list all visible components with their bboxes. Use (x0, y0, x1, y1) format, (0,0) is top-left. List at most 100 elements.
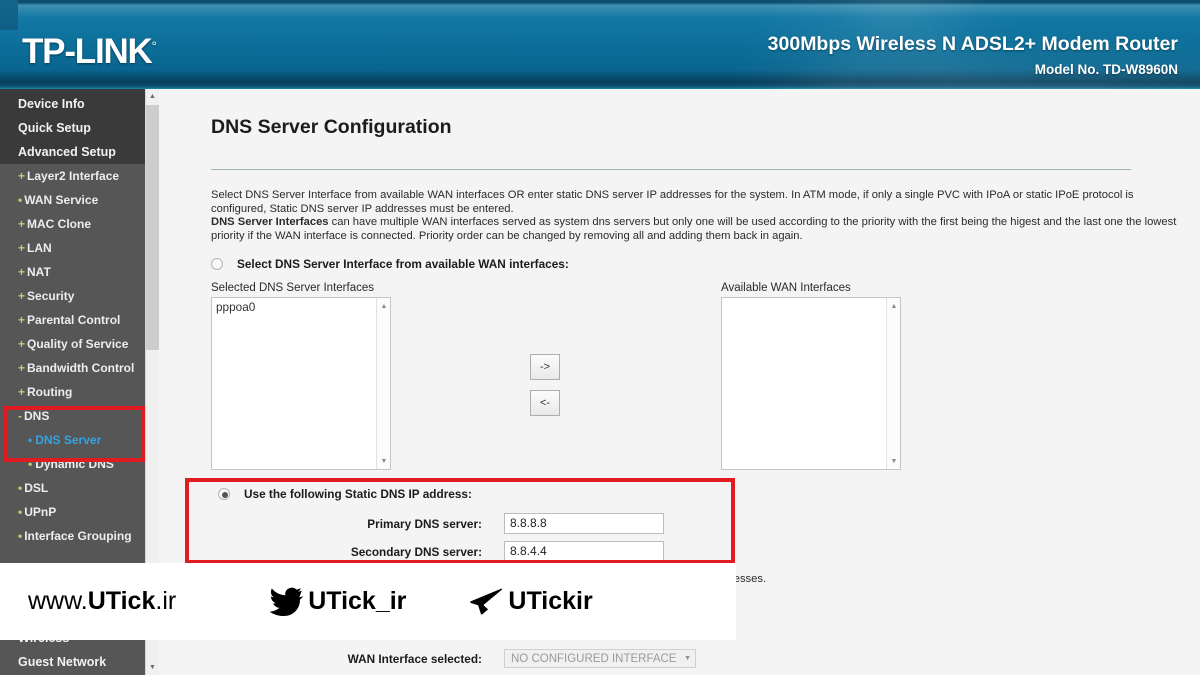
scroll-down-arrow-icon[interactable]: ▼ (887, 454, 900, 468)
radio-select-dns-interface[interactable] (211, 258, 223, 270)
option-select-dns-interface[interactable]: Select DNS Server Interface from availab… (211, 257, 569, 271)
sidebar-item-mac-clone[interactable]: + MAC Clone (0, 212, 145, 236)
expand-plus-icon: + (18, 241, 26, 255)
header-notch (0, 0, 18, 30)
scroll-up-arrow-icon[interactable]: ▲ (146, 89, 159, 104)
secondary-dns-input[interactable]: 8.8.4.4 (504, 541, 664, 562)
secondary-dns-row: Secondary DNS server: 8.8.4.4 (334, 541, 664, 562)
sidebar-item-label: Dynamic DNS (35, 457, 114, 471)
sidebar-item-advanced-setup[interactable]: Advanced Setup (0, 140, 145, 164)
sidebar-item-guest-network[interactable]: Guest Network (0, 650, 145, 674)
sidebar-item-bandwidth-control[interactable]: + Bandwidth Control (0, 356, 145, 380)
watermark-twitter: UTick_ir (268, 587, 406, 617)
list-item[interactable]: pppoa0 (212, 298, 390, 314)
scroll-up-arrow-icon[interactable]: ▲ (377, 299, 390, 313)
sidebar-item-device-info[interactable]: Device Info (0, 92, 145, 116)
twitter-bird-icon (269, 587, 304, 616)
wan-interface-select[interactable]: NO CONFIGURED INTERFACE ▼ (504, 649, 696, 668)
sidebar-item-label: Parental Control (27, 313, 121, 327)
expand-plus-icon: + (18, 337, 26, 351)
selected-dns-interfaces-listbox[interactable]: pppoa0 ▲ ▼ (211, 297, 391, 470)
watermark-website: www.UTick.ir (28, 587, 176, 616)
sidebar-item-label: Layer2 Interface (27, 169, 120, 183)
primary-dns-input[interactable]: 8.8.8.8 (504, 513, 664, 534)
sidebar-item-label: DSL (24, 481, 49, 495)
expand-plus-icon: + (18, 265, 26, 279)
model-number: Model No. TD-W8960N (1034, 62, 1178, 77)
bullet-icon: • (18, 193, 23, 207)
add-interface-button[interactable]: -> (530, 354, 560, 380)
sidebar-item-label: NAT (27, 265, 51, 279)
description-paragraph-2: DNS Server Interfaces can have multiple … (211, 216, 1179, 243)
tp-link-logo: TP-LINK° (22, 32, 157, 72)
option-static-dns[interactable]: Use the following Static DNS IP address: (218, 487, 472, 501)
scroll-up-arrow-icon[interactable]: ▲ (887, 299, 900, 313)
chevron-down-icon: ▼ (684, 655, 691, 662)
expand-plus-icon: + (18, 217, 26, 231)
sidebar-item-dns[interactable]: - DNS (0, 404, 145, 428)
expand-plus-icon: + (18, 313, 26, 327)
remove-interface-button[interactable]: <- (530, 390, 560, 416)
watermark-website-prefix: www. (28, 587, 88, 615)
sidebar-item-label: WAN Service (24, 193, 99, 207)
description-paragraph-2-rest: can have multiple WAN interfaces served … (211, 216, 1177, 242)
sidebar-item-parental-control[interactable]: + Parental Control (0, 308, 145, 332)
sidebar-item-label: Advanced Setup (18, 145, 116, 159)
expand-plus-icon: + (18, 385, 26, 399)
sidebar-item-quick-setup[interactable]: Quick Setup (0, 116, 145, 140)
wan-interface-select-value: NO CONFIGURED INTERFACE (511, 652, 677, 665)
sidebar-item-label: Security (27, 289, 75, 303)
scroll-down-arrow-icon[interactable]: ▼ (377, 454, 390, 468)
sidebar-item-dsl[interactable]: • DSL (0, 476, 145, 500)
bullet-icon: • (18, 505, 23, 519)
watermark-website-name: UTick (87, 587, 156, 615)
primary-dns-label: Primary DNS server: (367, 516, 482, 531)
sidebar-item-nat[interactable]: + NAT (0, 260, 145, 284)
tp-link-logo-text: TP-LINK (22, 32, 153, 71)
watermark-twitter-handle: UTick_ir (308, 587, 407, 615)
collapse-minus-icon: - (18, 409, 22, 423)
sidebar-item-routing[interactable]: + Routing (0, 380, 145, 404)
sidebar-item-label: Routing (27, 385, 73, 399)
available-wan-interfaces-listbox[interactable]: ▲ ▼ (721, 297, 901, 470)
sidebar-item-quality-of-service[interactable]: + Quality of Service (0, 332, 145, 356)
sidebar-item-label: Device Info (18, 97, 85, 111)
sidebar-item-dynamic-dns[interactable]: • Dynamic DNS (0, 452, 145, 476)
sidebar-item-label: Bandwidth Control (27, 361, 135, 375)
sidebar-item-lan[interactable]: + LAN (0, 236, 145, 260)
sidebar-scrollbar-thumb[interactable] (146, 105, 159, 350)
sidebar-item-label: MAC Clone (27, 217, 92, 231)
option-select-dns-interface-label: Select DNS Server Interface from availab… (237, 257, 569, 271)
title-divider (211, 169, 1131, 170)
router-header-banner: TP-LINK° 300Mbps Wireless N ADSL2+ Modem… (0, 0, 1200, 89)
sidebar-item-label: UPnP (24, 505, 57, 519)
watermark-telegram: UTickir (468, 587, 593, 617)
primary-dns-row: Primary DNS server: 8.8.8.8 (334, 513, 664, 534)
option-static-dns-label: Use the following Static DNS IP address: (244, 487, 472, 501)
watermark-website-tld: .ir (155, 587, 177, 615)
description-bold-lead: DNS Server Interfaces (211, 216, 329, 229)
wan-interface-selected-row: WAN Interface selected: NO CONFIGURED IN… (334, 649, 696, 668)
sidebar-item-label: DNS Server (35, 433, 102, 447)
sidebar-item-dns-server[interactable]: • DNS Server (0, 428, 145, 452)
radio-static-dns[interactable] (218, 488, 230, 500)
bullet-icon: • (18, 529, 23, 543)
sidebar-item-interface-grouping[interactable]: • Interface Grouping (0, 524, 145, 548)
browser-screenshot: TP-LINK° 300Mbps Wireless N ADSL2+ Modem… (0, 0, 1200, 675)
listbox-scrollbar[interactable]: ▲ ▼ (886, 298, 900, 469)
expand-plus-icon: + (18, 361, 26, 375)
watermark-overlay-bar: www.UTick.ir UTick_ir UTickir (0, 563, 736, 640)
sidebar-item-security[interactable]: + Security (0, 284, 145, 308)
wan-interface-label: WAN Interface selected: (347, 651, 482, 666)
scroll-down-arrow-icon[interactable]: ▼ (146, 660, 159, 675)
expand-plus-icon: + (18, 169, 26, 183)
listbox-scrollbar[interactable]: ▲ ▼ (376, 298, 390, 469)
sidebar-item-layer2-interface[interactable]: + Layer2 Interface (0, 164, 145, 188)
sidebar-item-wan-service[interactable]: • WAN Service (0, 188, 145, 212)
sidebar-item-label: Interface Grouping (24, 529, 132, 543)
watermark-telegram-handle: UTickir (508, 587, 593, 615)
telegram-plane-icon (470, 588, 503, 615)
sidebar-item-label: Guest Network (18, 655, 107, 669)
expand-plus-icon: + (18, 289, 26, 303)
sidebar-item-upnp[interactable]: • UPnP (0, 500, 145, 524)
